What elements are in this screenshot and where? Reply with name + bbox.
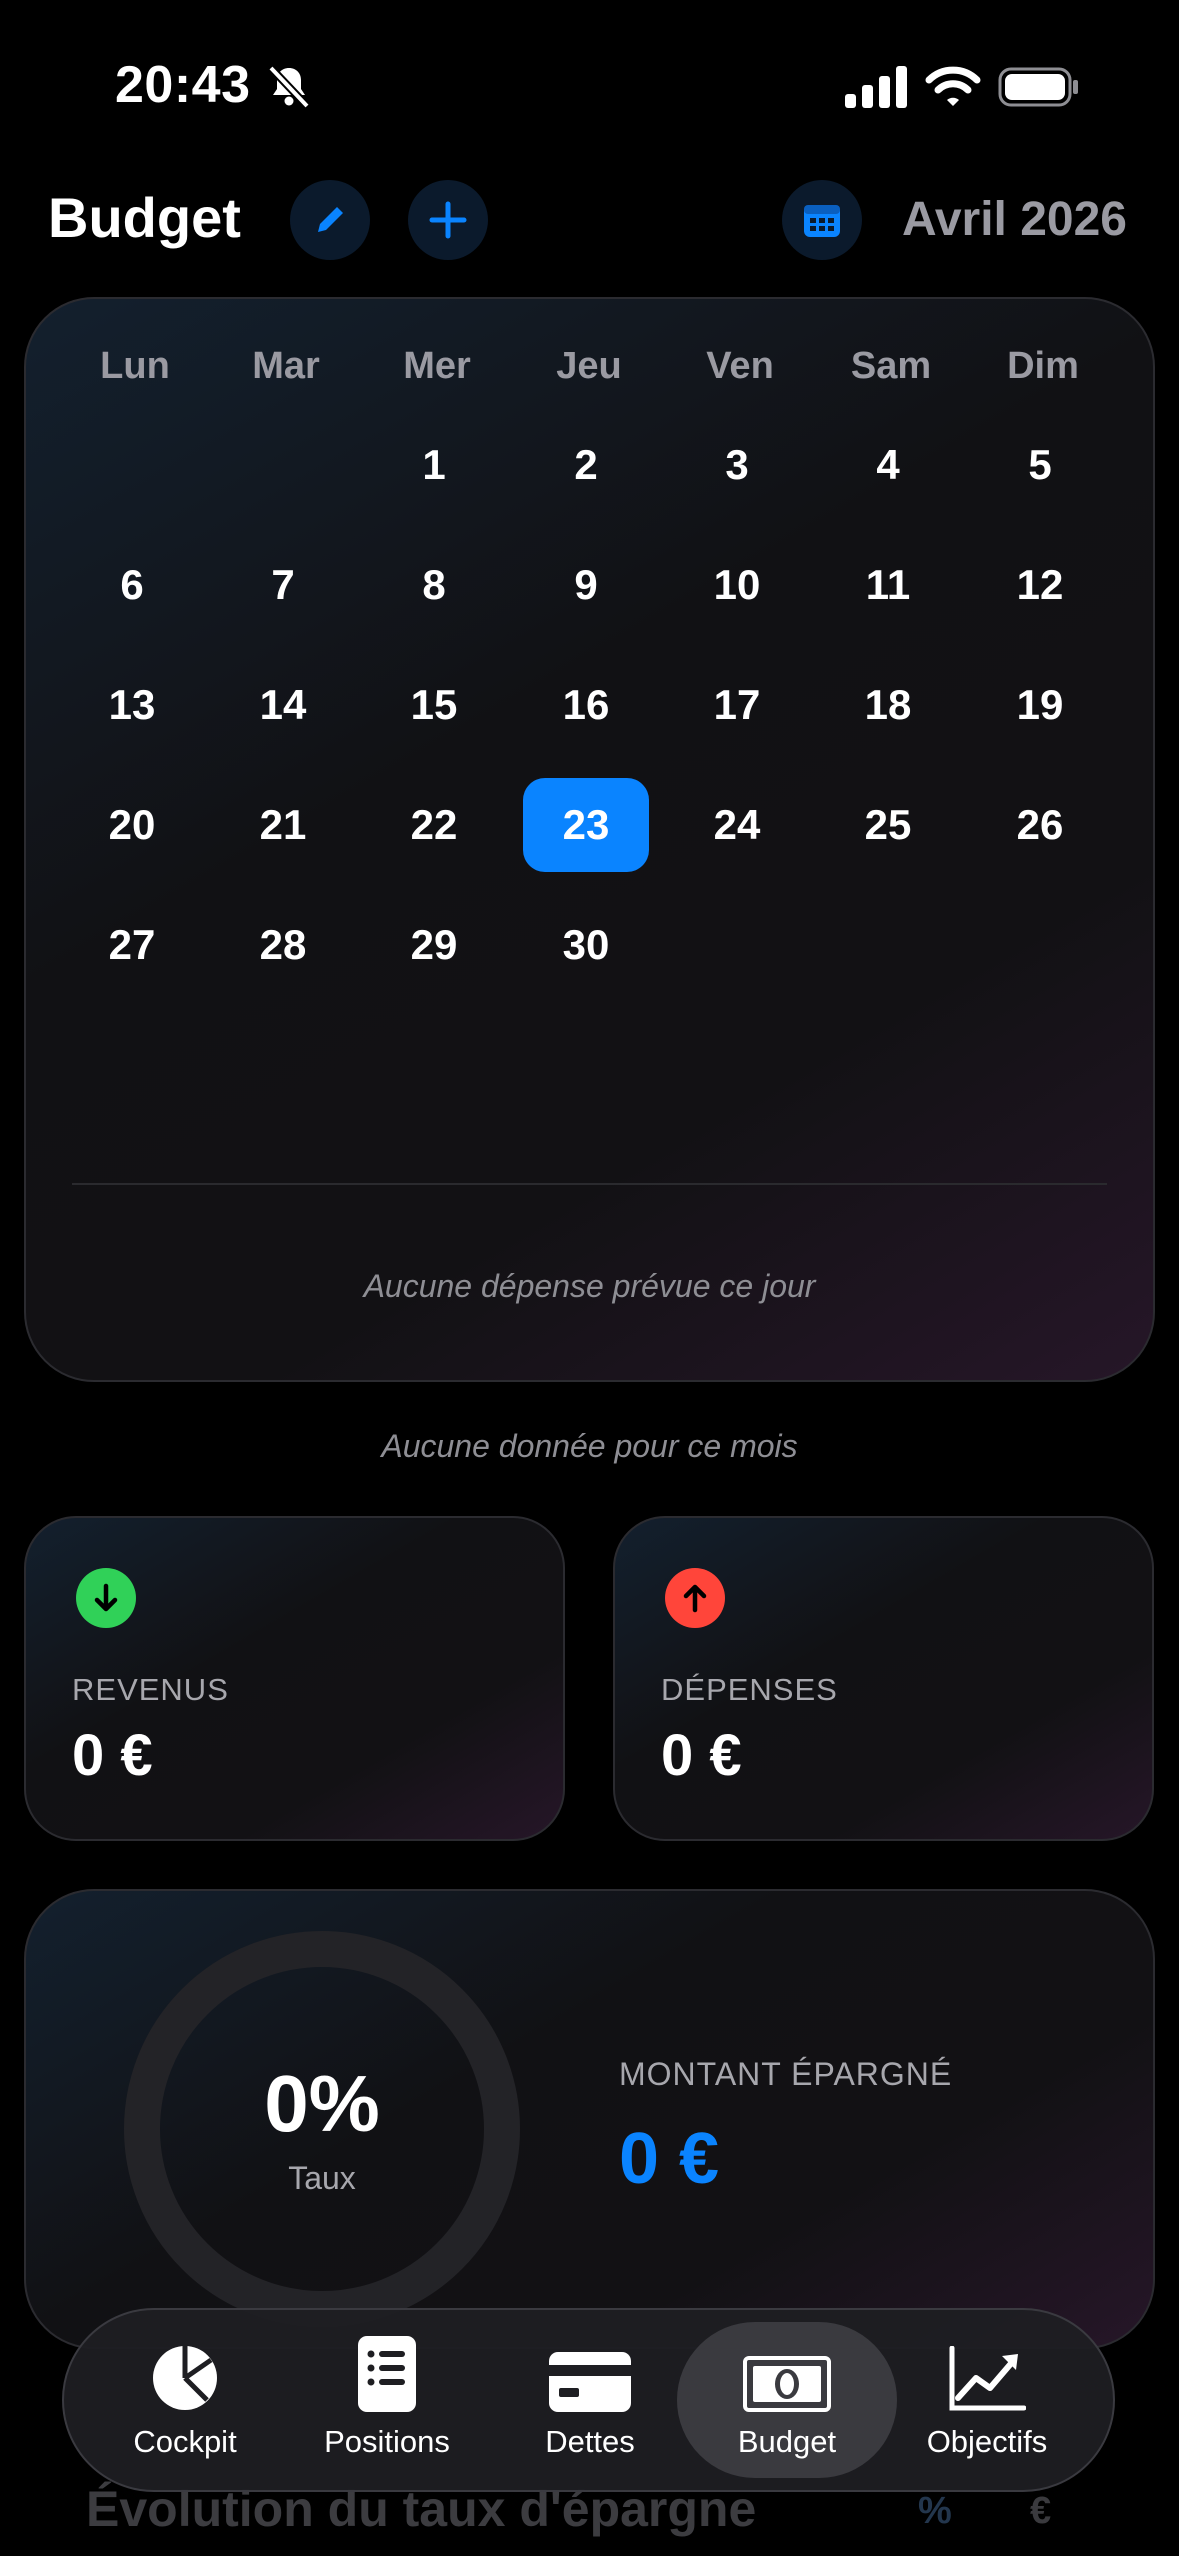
tab-budget[interactable]: Budget bbox=[677, 2322, 897, 2478]
calendar-day[interactable]: 18 bbox=[825, 658, 951, 752]
add-button[interactable] bbox=[408, 180, 488, 260]
calendar-day[interactable]: 21 bbox=[220, 778, 346, 872]
calendar-day[interactable]: 9 bbox=[523, 538, 649, 632]
saved-amount: 0 € bbox=[619, 2119, 720, 2199]
battery-icon bbox=[998, 67, 1078, 107]
calendar-day[interactable]: 10 bbox=[674, 538, 800, 632]
calendar-day[interactable]: 11 bbox=[825, 538, 951, 632]
calendar-day[interactable]: 2 bbox=[523, 418, 649, 512]
tab-label: Dettes bbox=[545, 2424, 635, 2459]
tab-positions[interactable]: Positions bbox=[315, 2322, 459, 2478]
calendar-day-selected[interactable]: 23 bbox=[523, 778, 649, 872]
tab-cockpit[interactable]: Cockpit bbox=[115, 2322, 255, 2478]
weekday-label: Lun bbox=[100, 345, 170, 387]
calendar-day[interactable]: 17 bbox=[674, 658, 800, 752]
calendar-button[interactable] bbox=[782, 180, 862, 260]
month-selector[interactable]: Avril 2026 bbox=[902, 192, 1127, 247]
tab-label: Budget bbox=[737, 2424, 837, 2459]
calendar-day[interactable]: 27 bbox=[69, 898, 195, 992]
calendar-day[interactable]: 12 bbox=[977, 538, 1103, 632]
empty-month-note: Aucune donnée pour ce mois bbox=[381, 1428, 798, 1464]
cellular-signal-icon bbox=[845, 66, 907, 108]
calendar-day[interactable]: 1 bbox=[371, 418, 497, 512]
weekday-label: Dim bbox=[1007, 345, 1079, 387]
calendar-day[interactable]: 14 bbox=[220, 658, 346, 752]
depenses-value: 0 € bbox=[661, 1723, 742, 1788]
revenus-label: REVENUS bbox=[72, 1672, 229, 1707]
calendar-day[interactable]: 22 bbox=[371, 778, 497, 872]
tab-label: Cockpit bbox=[133, 2424, 237, 2459]
saved-amount-label: MONTANT ÉPARGNÉ bbox=[619, 2056, 953, 2092]
revenus-value: 0 € bbox=[72, 1723, 153, 1788]
tab-objectifs[interactable]: Objectifs bbox=[915, 2322, 1059, 2478]
calendar-day[interactable]: 20 bbox=[69, 778, 195, 872]
divider bbox=[72, 1183, 1107, 1185]
page-title: Budget bbox=[48, 186, 241, 249]
calendar-day[interactable]: 26 bbox=[977, 778, 1103, 872]
status-time: 20:43 bbox=[115, 56, 251, 114]
pie-chart-icon bbox=[153, 2346, 217, 2410]
savings-rate: 0% bbox=[264, 2059, 380, 2148]
tab-label: Objectifs bbox=[926, 2424, 1048, 2459]
empty-day-note: Aucune dépense prévue ce jour bbox=[363, 1268, 816, 1304]
weekday-label: Mar bbox=[252, 345, 320, 387]
calendar-day[interactable]: 13 bbox=[69, 658, 195, 752]
calendar-day[interactable]: 15 bbox=[371, 658, 497, 752]
calendar-day[interactable]: 4 bbox=[825, 418, 951, 512]
calendar-day[interactable]: 29 bbox=[371, 898, 497, 992]
calendar-day[interactable]: 16 bbox=[523, 658, 649, 752]
bell-slash-icon bbox=[268, 65, 310, 109]
weekday-label: Jeu bbox=[556, 345, 622, 387]
savings-rate-label: Taux bbox=[288, 2160, 356, 2196]
percent-toggle[interactable]: % bbox=[918, 2490, 952, 2533]
calendar-day[interactable]: 3 bbox=[674, 418, 800, 512]
depenses-label: DÉPENSES bbox=[661, 1672, 838, 1707]
euro-toggle[interactable]: € bbox=[1030, 2490, 1051, 2533]
calendar-day[interactable]: 24 bbox=[674, 778, 800, 872]
trend-chart-icon bbox=[949, 2346, 1026, 2411]
arrow-up-circle-icon bbox=[665, 1568, 725, 1628]
tab-label: Positions bbox=[324, 2424, 450, 2459]
calendar-icon bbox=[804, 205, 840, 237]
weekday-label: Ven bbox=[706, 345, 774, 387]
list-icon bbox=[358, 2336, 416, 2412]
weekday-label: Mer bbox=[403, 345, 471, 387]
credit-card-icon bbox=[549, 2352, 631, 2412]
tab-dettes[interactable]: Dettes bbox=[520, 2322, 660, 2478]
pencil-icon bbox=[318, 207, 343, 232]
calendar-day[interactable]: 28 bbox=[220, 898, 346, 992]
weekday-label: Sam bbox=[850, 345, 932, 387]
arrow-down-circle-icon bbox=[76, 1568, 136, 1628]
calendar-day[interactable]: 8 bbox=[371, 538, 497, 632]
edit-button[interactable] bbox=[290, 180, 370, 260]
calendar-day[interactable]: 30 bbox=[523, 898, 649, 992]
plus-icon bbox=[429, 201, 467, 239]
calendar-day[interactable]: 7 bbox=[220, 538, 346, 632]
calendar-day[interactable]: 19 bbox=[977, 658, 1103, 752]
calendar-day[interactable]: 25 bbox=[825, 778, 951, 872]
banknote-icon bbox=[743, 2356, 831, 2412]
calendar-day[interactable]: 5 bbox=[977, 418, 1103, 512]
calendar-day[interactable]: 6 bbox=[69, 538, 195, 632]
wifi-icon bbox=[925, 66, 981, 106]
